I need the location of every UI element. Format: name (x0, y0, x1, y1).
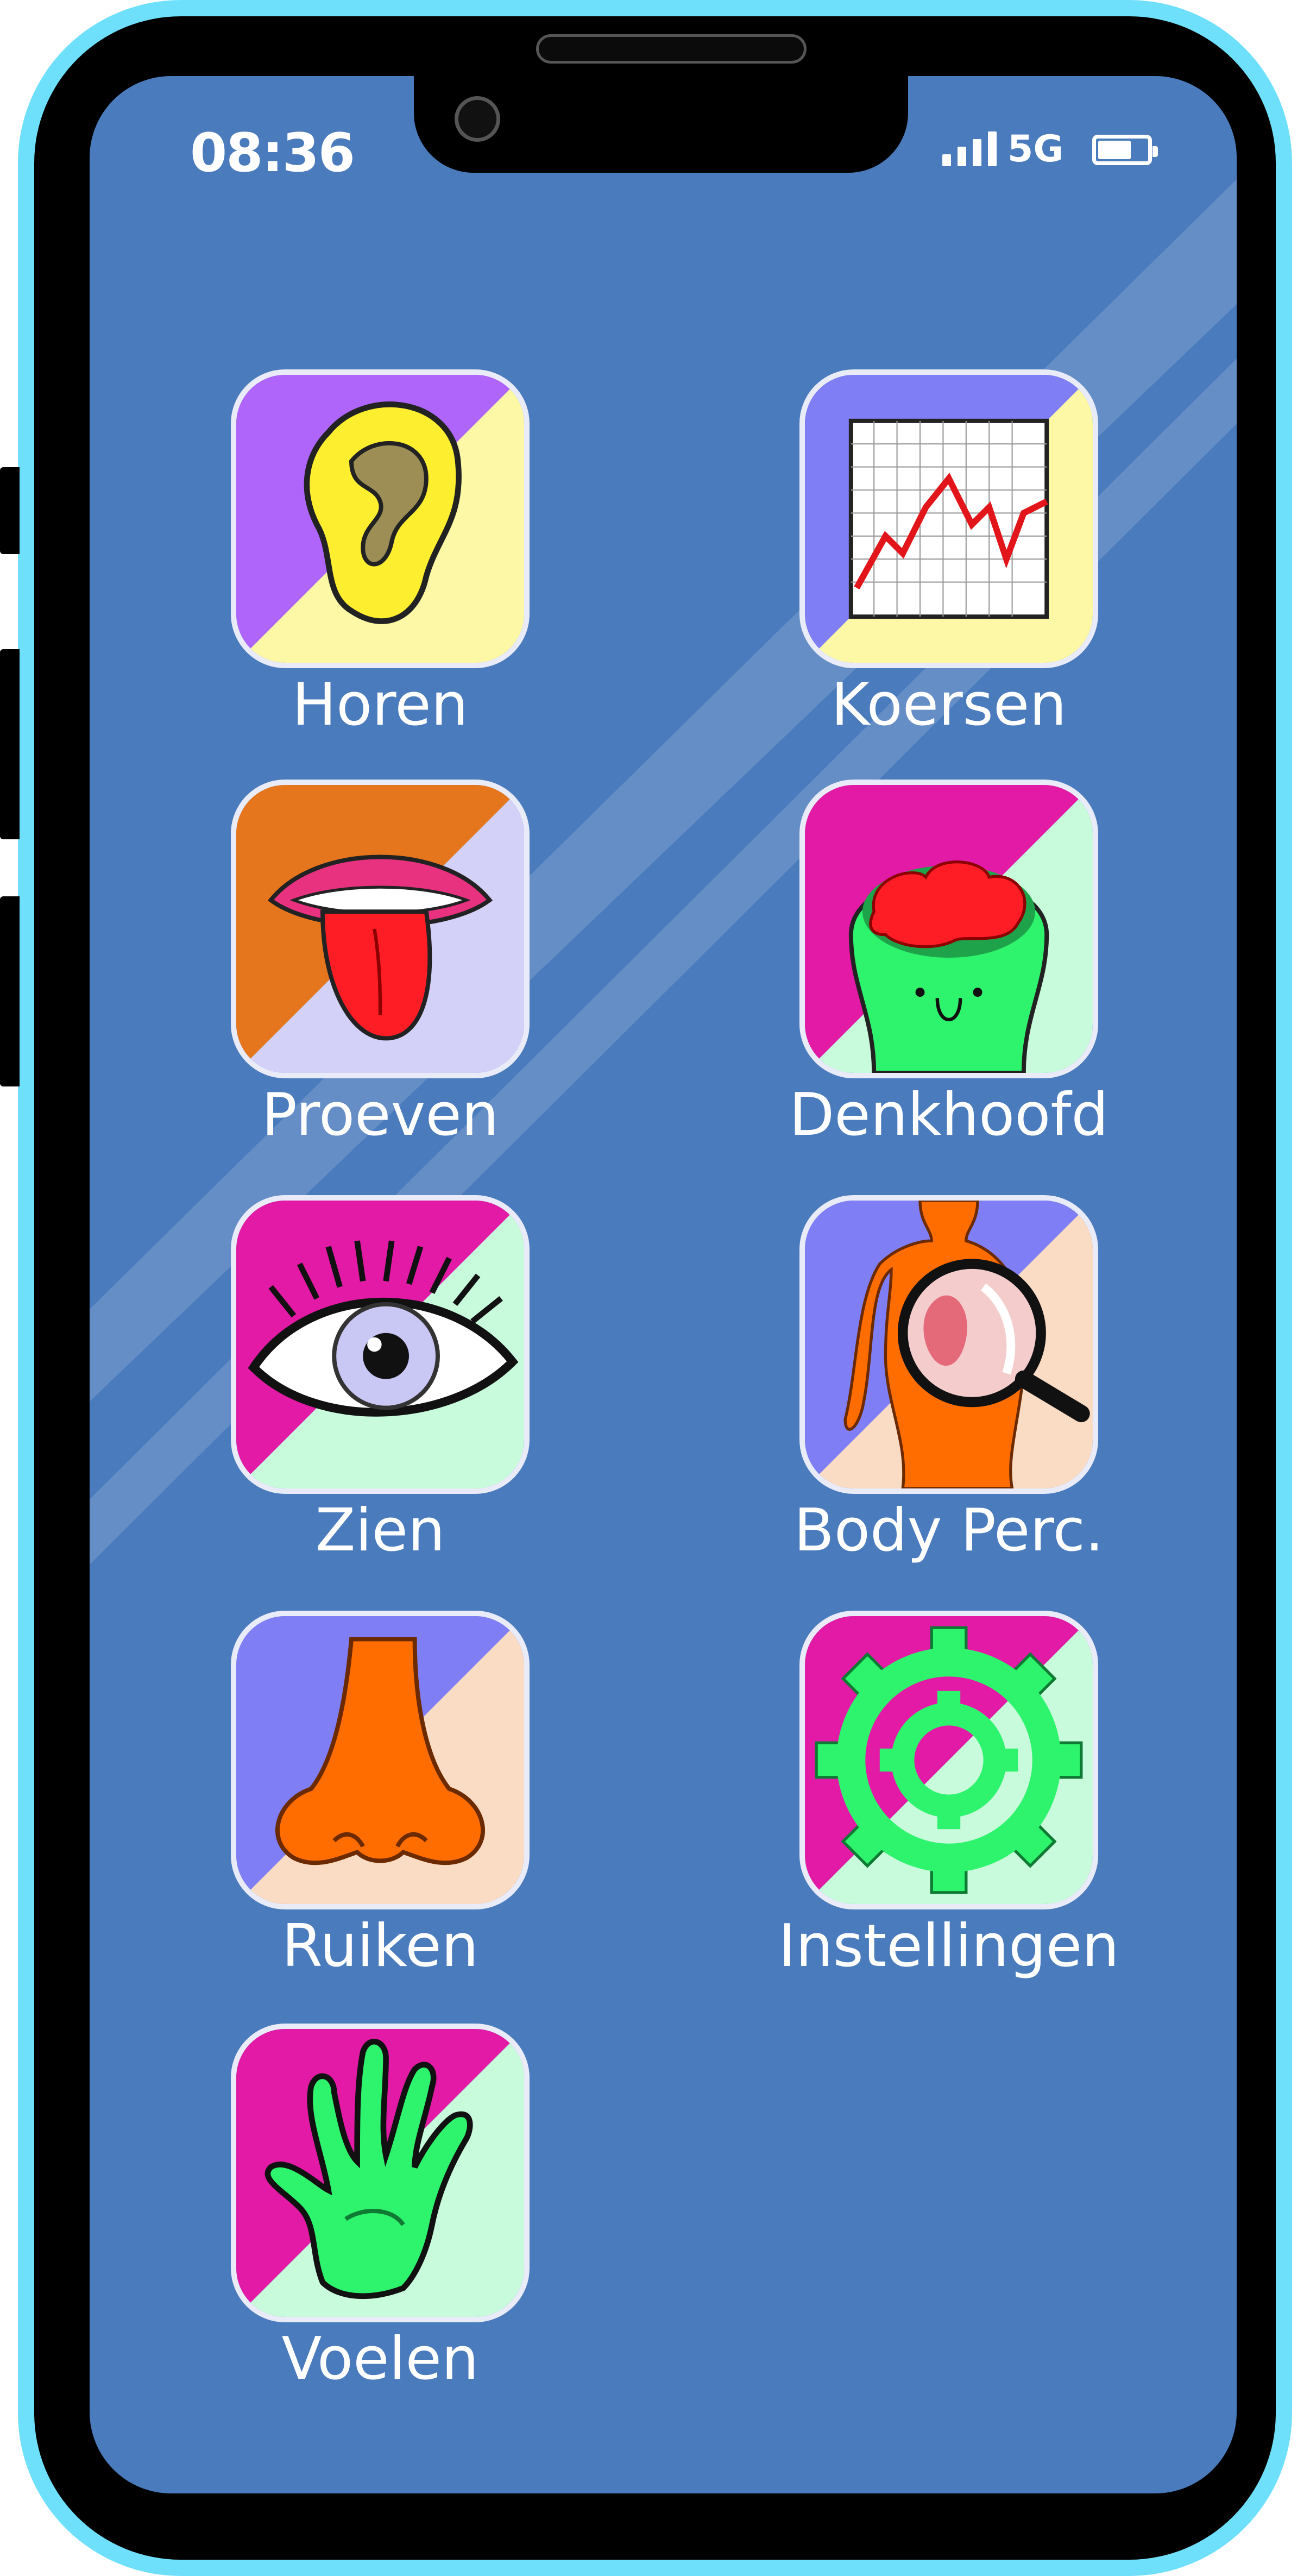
app-horen[interactable]: Horen (228, 369, 532, 739)
side-button-volume-down (0, 896, 20, 1086)
brain-head-icon (799, 780, 1098, 1078)
app-label: Proeven (261, 1081, 499, 1149)
speaker-grille (536, 34, 807, 64)
front-camera (455, 96, 500, 142)
hand-icon (231, 2024, 530, 2322)
app-label: Koersen (831, 671, 1067, 739)
app-zien[interactable]: Zien (228, 1195, 532, 1565)
status-time: 08:36 (190, 122, 355, 184)
network-type: 5G (1007, 128, 1064, 171)
body-magnifier-icon (799, 1195, 1098, 1494)
app-label: Instellingen (778, 1912, 1119, 1980)
app-label: Ruiken (281, 1912, 479, 1980)
app-label: Denkhoofd (789, 1081, 1109, 1149)
gear-icon (799, 1611, 1098, 1909)
battery-icon (1092, 135, 1158, 165)
app-instellingen[interactable]: Instellingen (778, 1611, 1119, 1980)
app-label: Zien (315, 1497, 445, 1565)
app-proeven[interactable]: Proeven (228, 780, 532, 1149)
eye-icon (231, 1195, 530, 1494)
stock-chart-icon (799, 369, 1098, 668)
app-label: Voelen (281, 2325, 479, 2393)
app-label: Body Perc. (793, 1497, 1104, 1565)
app-koersen[interactable]: Koersen (797, 369, 1101, 739)
nose-icon (231, 1611, 530, 1909)
app-body-perc[interactable]: Body Perc. (794, 1195, 1104, 1565)
app-label: Horen (292, 671, 469, 739)
app-ruiken[interactable]: Ruiken (228, 1611, 532, 1980)
app-denkhoofd[interactable]: Denkhoofd (789, 780, 1109, 1149)
app-voelen[interactable]: Voelen (228, 2024, 532, 2393)
tongue-icon (231, 780, 530, 1078)
ear-icon (231, 369, 530, 668)
side-button-volume-up (0, 649, 20, 839)
signal-bars-icon (942, 130, 998, 166)
side-button-mute (0, 467, 20, 554)
